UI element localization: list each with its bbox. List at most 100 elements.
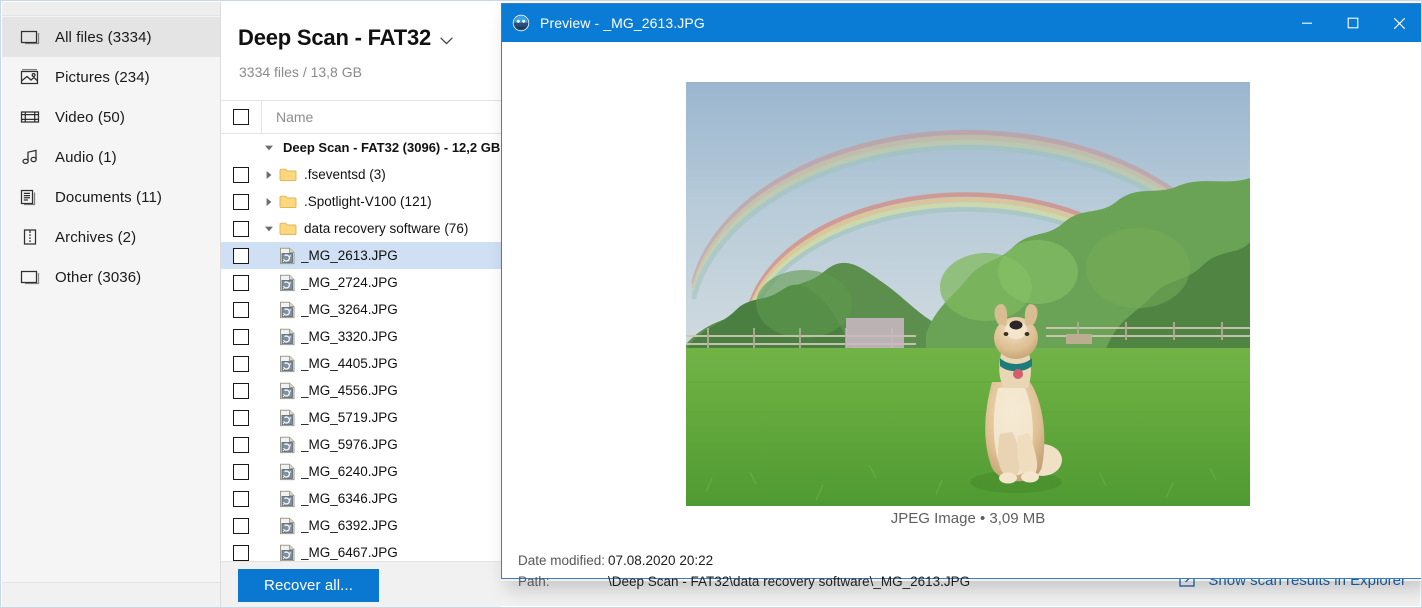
- close-button[interactable]: [1376, 4, 1421, 42]
- tree-row-label: _MG_6392.JPG: [301, 518, 398, 533]
- row-checkbox-cell[interactable]: [221, 382, 261, 399]
- row-checkbox[interactable]: [233, 355, 249, 372]
- recover-all-button[interactable]: Recover all...: [238, 569, 379, 602]
- tree-row-label: _MG_4405.JPG: [301, 356, 398, 371]
- sidebar-item-documents[interactable]: Documents (11): [2, 177, 220, 217]
- sidebar-item-label: Other (3036): [55, 268, 142, 286]
- tree-folder-row[interactable]: data recovery software (76): [221, 215, 501, 242]
- tree-folder-row[interactable]: .Spotlight-V100 (121): [221, 188, 501, 215]
- row-checkbox[interactable]: [233, 463, 249, 480]
- row-checkbox-cell[interactable]: [221, 463, 261, 480]
- archive-icon: [19, 226, 41, 248]
- metadata-key: Date modified:: [518, 553, 606, 568]
- row-checkbox-cell[interactable]: [221, 409, 261, 426]
- row-checkbox[interactable]: [233, 166, 249, 183]
- tree-root-row[interactable]: Deep Scan - FAT32 (3096) - 12,2 GB: [221, 134, 501, 161]
- tree-file-row[interactable]: _MG_3320.JPG: [221, 323, 501, 350]
- recovered-file-icon: [279, 490, 296, 508]
- scan-title-dropdown[interactable]: Deep Scan - FAT32: [238, 25, 453, 51]
- row-checkbox-cell[interactable]: [221, 436, 261, 453]
- row-checkbox[interactable]: [233, 490, 249, 507]
- files-icon: [19, 26, 41, 48]
- recovered-file-icon: [279, 328, 296, 346]
- row-checkbox-cell[interactable]: [221, 193, 261, 210]
- preview-window: Preview - _MG_2613.JPG JPEG Image • 3,09…: [501, 3, 1421, 589]
- tree-file-row[interactable]: _MG_4405.JPG: [221, 350, 501, 377]
- row-checkbox[interactable]: [233, 220, 249, 237]
- tree-row-label: _MG_3320.JPG: [301, 329, 398, 344]
- scan-subtitle: 3334 files / 13,8 GB: [239, 64, 362, 80]
- row-checkbox[interactable]: [233, 544, 249, 561]
- row-checkbox-cell[interactable]: [221, 490, 261, 507]
- chevron-down-icon[interactable]: [261, 144, 277, 152]
- sidebar: All files (3334) Pictures (234) Video (50)…: [2, 2, 221, 607]
- preview-image-caption: JPEG Image • 3,09 MB: [890, 510, 1046, 527]
- select-all-checkbox[interactable]: [233, 109, 249, 125]
- tree-row-label: _MG_6240.JPG: [301, 464, 398, 479]
- row-checkbox-cell[interactable]: [221, 301, 261, 318]
- preview-app-icon: [512, 14, 530, 32]
- sidebar-item-archives[interactable]: Archives (2): [2, 217, 220, 257]
- row-checkbox[interactable]: [233, 436, 249, 453]
- recovered-file-icon: [279, 301, 296, 319]
- folder-icon: [279, 221, 297, 236]
- row-checkbox[interactable]: [233, 409, 249, 426]
- tree-file-row[interactable]: _MG_4556.JPG: [221, 377, 501, 404]
- preview-image-frame: [686, 82, 1250, 506]
- metadata-row: Path: \Deep Scan - FAT32\data recovery so…: [518, 574, 970, 589]
- scan-title-label: Deep Scan - FAT32: [238, 25, 432, 50]
- recovered-file-icon: [279, 517, 296, 535]
- row-checkbox-cell[interactable]: [221, 247, 261, 264]
- row-checkbox-cell[interactable]: [221, 355, 261, 372]
- row-checkbox[interactable]: [233, 193, 249, 210]
- row-checkbox-cell[interactable]: [221, 220, 261, 237]
- tree-file-row[interactable]: _MG_6467.JPG: [221, 539, 501, 562]
- select-all-checkbox-cell[interactable]: [221, 109, 261, 125]
- row-checkbox[interactable]: [233, 274, 249, 291]
- tree-file-row[interactable]: _MG_5976.JPG: [221, 431, 501, 458]
- chevron-right-icon[interactable]: [261, 197, 277, 207]
- row-checkbox[interactable]: [233, 382, 249, 399]
- tree-row-label: data recovery software (76): [304, 221, 469, 236]
- row-checkbox-cell[interactable]: [221, 274, 261, 291]
- sidebar-item-video[interactable]: Video (50): [2, 97, 220, 137]
- chevron-down-icon[interactable]: [440, 32, 453, 49]
- tree-folder-row[interactable]: .fseventsd (3): [221, 161, 501, 188]
- row-checkbox-cell[interactable]: [221, 517, 261, 534]
- preview-title-bar[interactable]: Preview - _MG_2613.JPG: [502, 4, 1421, 42]
- tree-file-row[interactable]: _MG_3264.JPG: [221, 296, 501, 323]
- tree-row-label: _MG_5719.JPG: [301, 410, 398, 425]
- sidebar-item-all-files[interactable]: All files (3334): [2, 17, 220, 57]
- tree-row-label: _MG_6346.JPG: [301, 491, 398, 506]
- sidebar-item-audio[interactable]: Audio (1): [2, 137, 220, 177]
- sidebar-bottom-strip: [2, 582, 220, 607]
- file-tree[interactable]: Deep Scan - FAT32 (3096) - 12,2 GB .fseve…: [221, 134, 501, 562]
- tree-file-row[interactable]: _MG_6346.JPG: [221, 485, 501, 512]
- chevron-right-icon[interactable]: [261, 170, 277, 180]
- row-checkbox[interactable]: [233, 517, 249, 534]
- chevron-down-icon[interactable]: [261, 225, 277, 233]
- maximize-button[interactable]: [1330, 4, 1376, 42]
- tree-row-label: _MG_3264.JPG: [301, 302, 398, 317]
- row-checkbox[interactable]: [233, 328, 249, 345]
- tree-row-label: _MG_6467.JPG: [301, 545, 398, 560]
- tree-file-row[interactable]: _MG_2613.JPG: [221, 242, 501, 269]
- sidebar-item-label: Documents (11): [55, 188, 162, 206]
- row-checkbox[interactable]: [233, 301, 249, 318]
- preview-body: JPEG Image • 3,09 MB Date modified: 07.08…: [502, 42, 1421, 589]
- row-checkbox-cell[interactable]: [221, 166, 261, 183]
- tree-file-row[interactable]: _MG_6240.JPG: [221, 458, 501, 485]
- recovered-file-icon: [279, 409, 296, 427]
- row-checkbox-cell[interactable]: [221, 328, 261, 345]
- row-checkbox-cell[interactable]: [221, 544, 261, 561]
- sidebar-item-pictures[interactable]: Pictures (234): [2, 57, 220, 97]
- minimize-button[interactable]: [1284, 4, 1330, 42]
- tree-file-row[interactable]: _MG_5719.JPG: [221, 404, 501, 431]
- column-header-name[interactable]: Name: [262, 109, 313, 125]
- tree-file-row[interactable]: _MG_6392.JPG: [221, 512, 501, 539]
- row-checkbox[interactable]: [233, 247, 249, 264]
- audio-icon: [19, 146, 41, 168]
- other-icon: [19, 266, 41, 288]
- tree-file-row[interactable]: _MG_2724.JPG: [221, 269, 501, 296]
- sidebar-item-other[interactable]: Other (3036): [2, 257, 220, 297]
